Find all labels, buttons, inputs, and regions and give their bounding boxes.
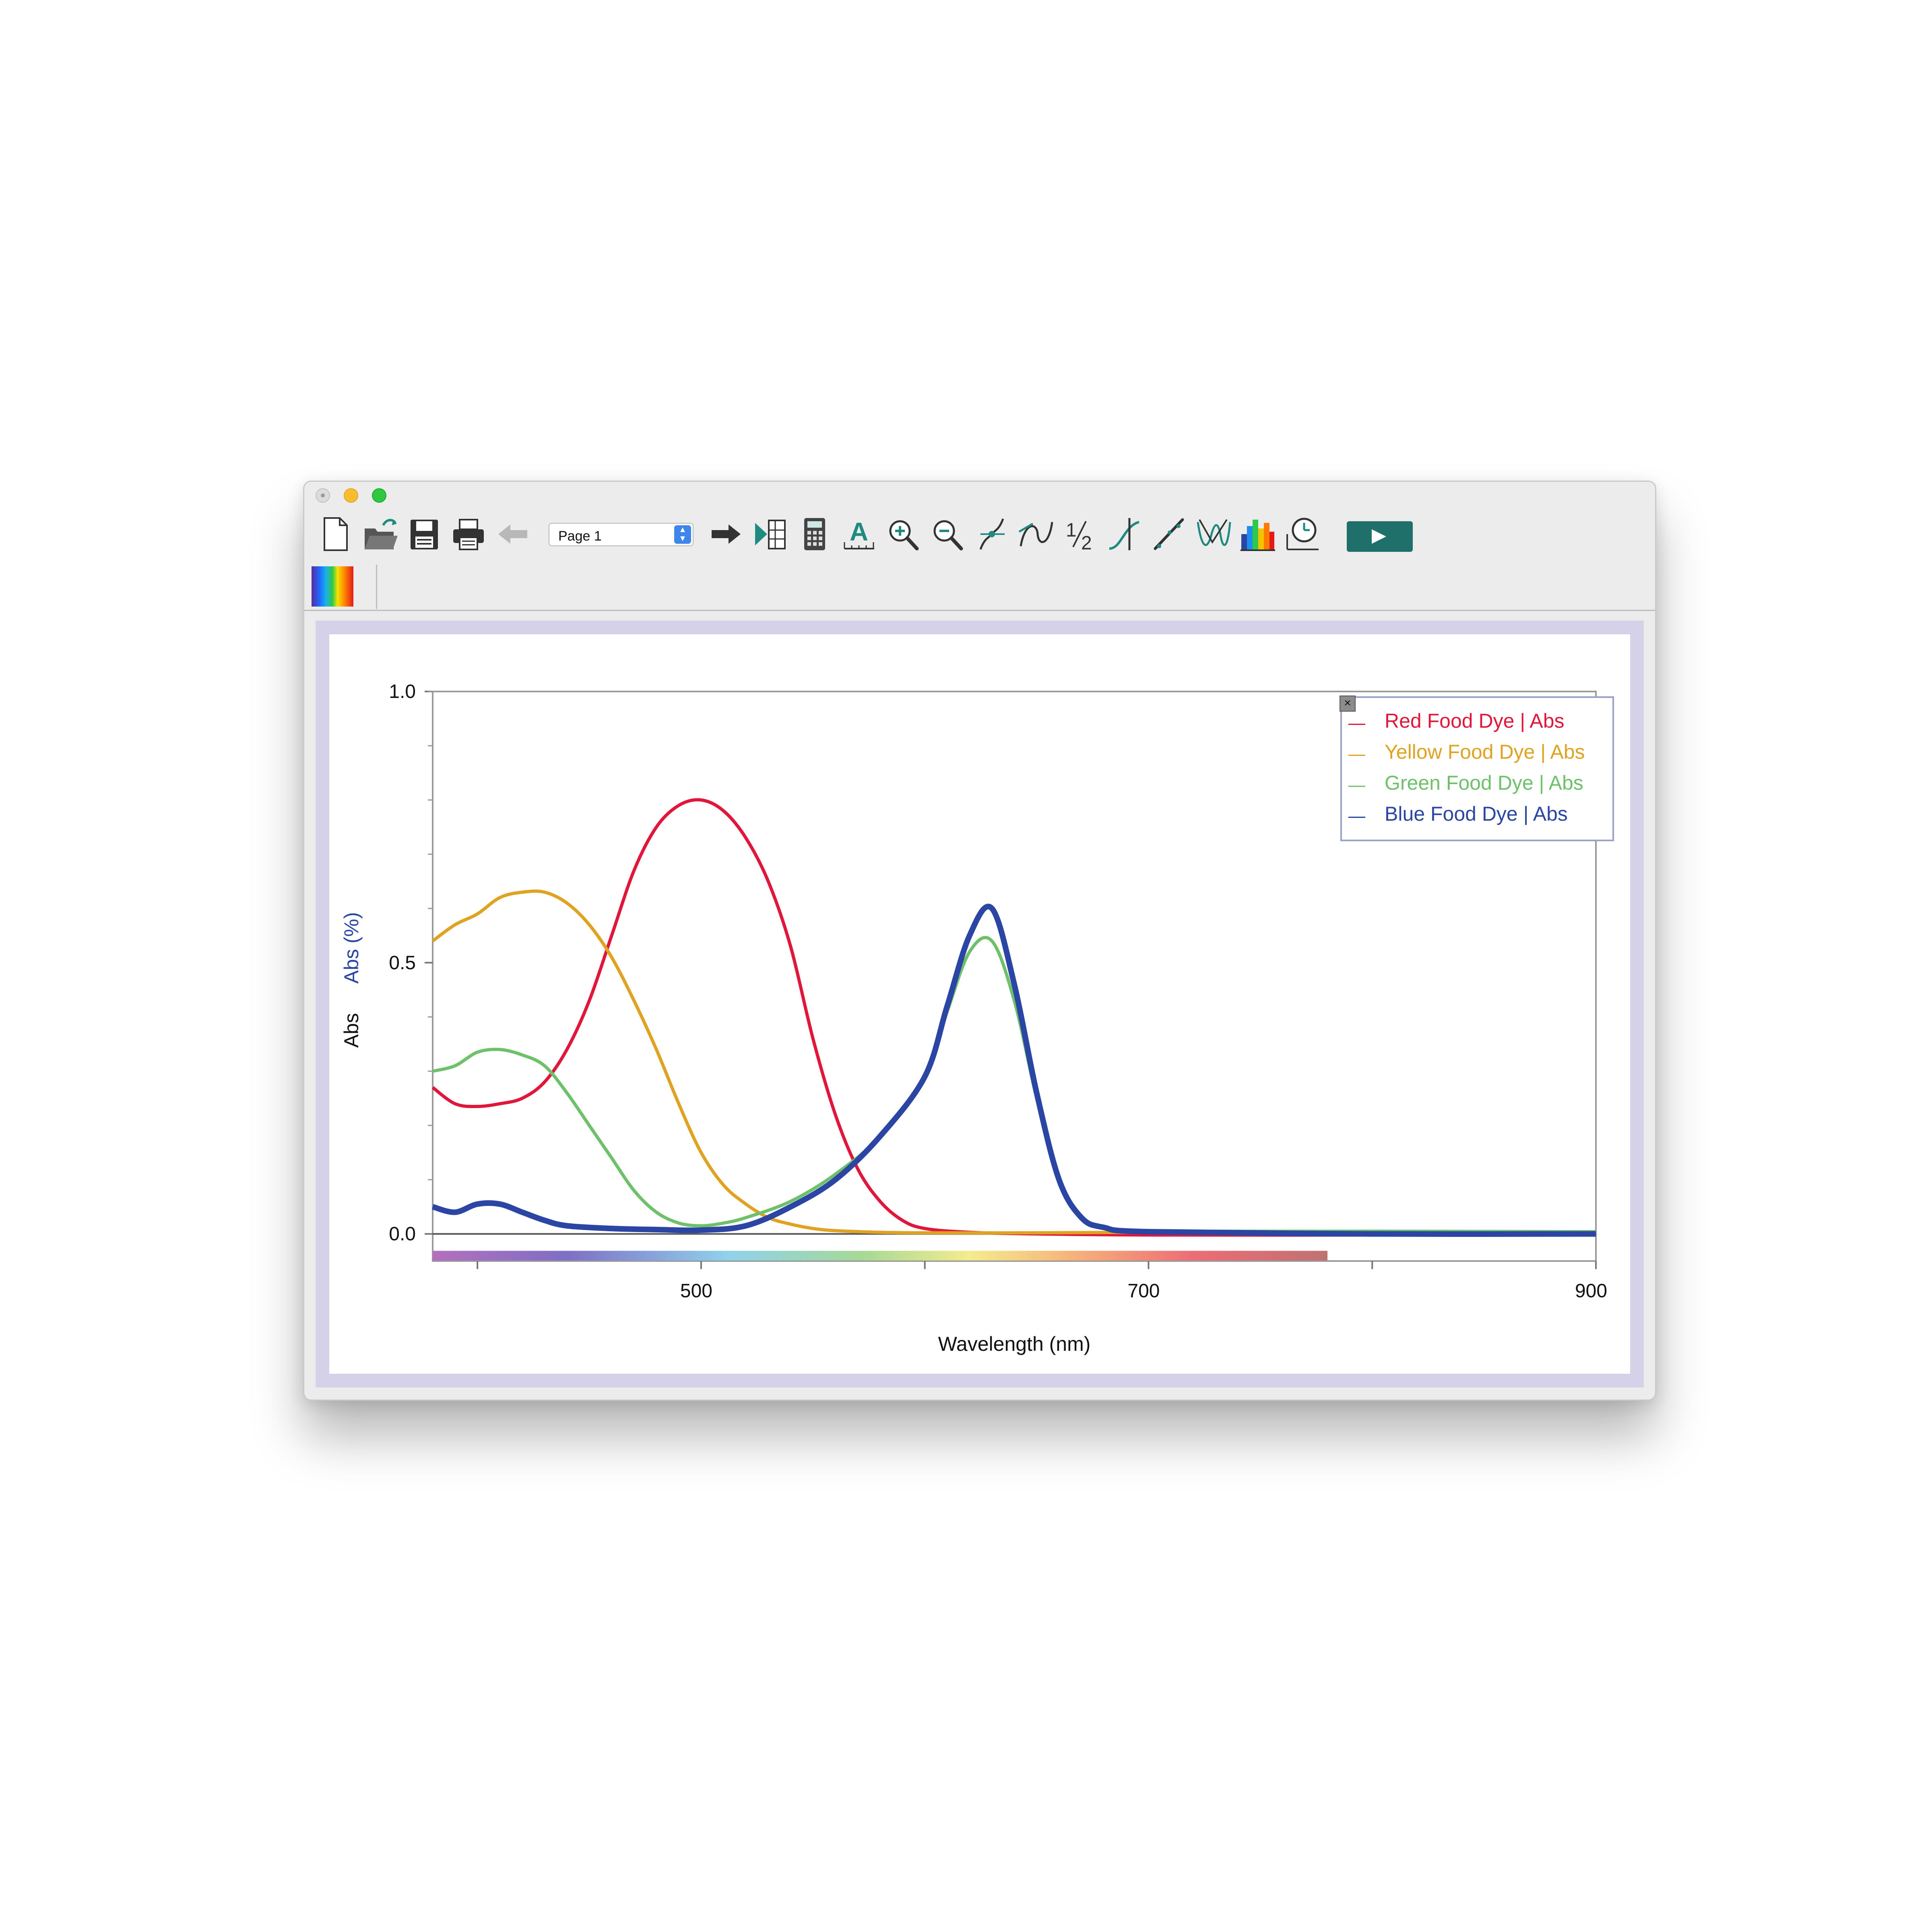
legend-item-green: Green Food Dye | Abs xyxy=(1348,768,1610,796)
x-tick-group: 500 700 900 xyxy=(477,1261,1607,1302)
legend-item-red: Red Food Dye | Abs xyxy=(1348,706,1610,734)
legend-swatch xyxy=(1348,817,1365,818)
legend-item-yellow: Yellow Food Dye | Abs xyxy=(1348,737,1610,765)
y-tick-label: 0.5 xyxy=(389,952,416,974)
x-tick-label: 900 xyxy=(1575,1280,1607,1302)
y-axis-label-abs: Abs xyxy=(340,1013,363,1048)
visible-spectrum-bar xyxy=(433,1251,1328,1261)
legend-label: Yellow Food Dye | Abs xyxy=(1385,741,1585,763)
y-axis-label-abs-percent: Abs (%) xyxy=(340,912,363,984)
series-line-red xyxy=(431,798,1596,1237)
legend-swatch xyxy=(1348,724,1365,725)
x-tick-label: 700 xyxy=(1127,1280,1160,1302)
y-tick-group: 1.0 0.5 0.0 xyxy=(389,681,433,1245)
series-line-group xyxy=(431,798,1596,1237)
y-tick-label: 1.0 xyxy=(389,681,416,702)
legend-label: Green Food Dye | Abs xyxy=(1385,772,1583,794)
chart-legend[interactable]: × Red Food Dye | Abs Yellow Food Dye | A… xyxy=(1340,696,1614,841)
x-tick-label: 500 xyxy=(680,1280,712,1302)
legend-item-blue: Blue Food Dye | Abs xyxy=(1348,799,1610,827)
series-line-blue xyxy=(432,904,1596,1237)
legend-label: Red Food Dye | Abs xyxy=(1385,710,1565,732)
legend-label: Blue Food Dye | Abs xyxy=(1385,803,1568,825)
y-tick-label: 0.0 xyxy=(389,1224,416,1245)
legend-swatch xyxy=(1348,755,1365,756)
x-axis-label: Wavelength (nm) xyxy=(938,1333,1091,1355)
legend-swatch xyxy=(1348,786,1365,787)
series-line-yellow xyxy=(431,890,1596,1235)
absorbance-chart[interactable]: 1.0 0.5 0.0 500 700 900 Wavelength (nm) Abs … xyxy=(0,0,1932,1932)
